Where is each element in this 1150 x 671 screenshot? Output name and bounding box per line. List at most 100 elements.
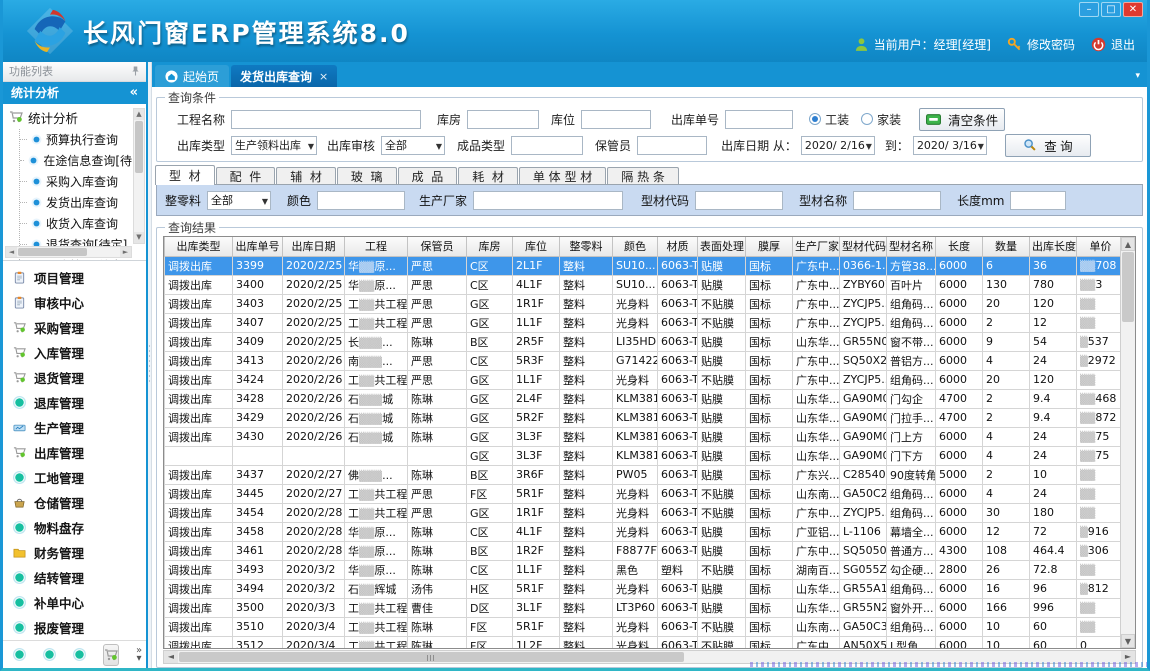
tree-horizontal-scrollbar[interactable]: ◄ ► <box>5 246 132 258</box>
column-header[interactable]: 保管员 <box>408 237 467 256</box>
factory-input[interactable] <box>473 191 623 210</box>
sidebar-menu-item[interactable]: 采购管理 <box>3 315 146 340</box>
table-row[interactable]: 调拨出库34372020/2/27佛▒▒▒...陈琳B区3R6F整料PW0560… <box>165 465 1121 484</box>
scroll-up-icon[interactable]: ▲ <box>1121 237 1135 251</box>
table-row[interactable]: 调拨出库34092020/2/25长▒▒▒...陈琳B区2R5F整料LI35HD… <box>165 332 1121 351</box>
table-row[interactable]: 调拨出库34942020/3/2石▒▒辉城汤伟H区5R1F整料光身料6063-T… <box>165 579 1121 598</box>
table-row[interactable]: 调拨出库35122020/3/4工▒▒共工程陈琳F区1L2F整料光身料6063-… <box>165 636 1121 648</box>
scroll-thumb[interactable] <box>135 121 143 173</box>
table-vertical-scrollbar[interactable]: ▲ ▼ <box>1120 237 1135 648</box>
column-header[interactable]: 出库长度 <box>1030 237 1077 256</box>
audit-select[interactable]: 全部▼ <box>381 136 445 155</box>
material-tab[interactable]: 耗 材 <box>458 167 518 185</box>
keeper-input[interactable] <box>637 136 707 155</box>
column-header[interactable]: 生产厂家 <box>793 237 840 256</box>
product-type-input[interactable] <box>511 136 583 155</box>
column-header[interactable]: 表面处理 <box>698 237 746 256</box>
column-header[interactable]: 型材名称 <box>887 237 936 256</box>
table-row[interactable]: 调拨出库34932020/3/2华▒▒原...陈琳C区1L1F整料黑色塑料不贴膜… <box>165 560 1121 579</box>
sidebar-menu-item[interactable]: 财务管理 <box>3 540 146 565</box>
column-header[interactable]: 库位 <box>513 237 560 256</box>
sidebar-menu-item[interactable]: 报废管理 <box>3 615 146 640</box>
profile-name-input[interactable] <box>853 191 941 210</box>
sidebar-menu-item[interactable]: 补单中心 <box>3 590 146 615</box>
column-header[interactable]: 出库类型 <box>165 237 233 256</box>
material-tab[interactable]: 成 品 <box>398 167 458 185</box>
tab-overflow-icon[interactable]: ▾ <box>1135 71 1147 81</box>
sidebar-menu-item[interactable]: 退库管理 <box>3 390 146 415</box>
column-header[interactable]: 库房 <box>467 237 513 256</box>
tree-vertical-scrollbar[interactable]: ▲ ▼ <box>133 108 145 244</box>
table-row[interactable]: 调拨出库35002020/3/3工▒▒共工程曹佳D区3L1F整料LT3P6060… <box>165 598 1121 617</box>
table-row[interactable]: 调拨出库34132020/2/26南▒▒▒...严思C区5R3F整料G71422… <box>165 351 1121 370</box>
date-from-picker[interactable]: 2020/ 2/16▼ <box>801 136 875 155</box>
table-row[interactable]: 调拨出库34452020/2/27工▒▒共工程严思F区5R1F整料光身料6063… <box>165 484 1121 503</box>
sidebar-menu-item[interactable]: 出库管理 <box>3 440 146 465</box>
table-row[interactable]: 调拨出库34302020/2/26石▒▒▒城陈琳G区3L3F整料KLM38176… <box>165 427 1121 446</box>
stats-group-header[interactable]: 统计分析 « <box>3 82 146 104</box>
minimize-button[interactable]: – <box>1079 2 1099 17</box>
sidebar-overflow-button[interactable]: » ▾ <box>136 647 142 663</box>
close-button[interactable]: ✕ <box>1123 2 1143 17</box>
table-row[interactable]: 调拨出库34032020/2/25工▒▒共工程严思G区1R1F整料光身料6063… <box>165 294 1121 313</box>
tree-item[interactable]: 收货入库查询 <box>20 213 132 234</box>
tree-item[interactable]: 预算执行查询 <box>20 129 132 150</box>
sidebar-menu-item[interactable]: 退货管理 <box>3 365 146 390</box>
project-name-input[interactable] <box>231 110 421 129</box>
scroll-left-icon[interactable]: ◄ <box>6 247 17 257</box>
material-tab[interactable]: 玻 璃 <box>337 167 397 185</box>
tree-item[interactable]: 采购入库查询 <box>20 171 132 192</box>
outbound-type-select[interactable]: 生产领料出库▼ <box>231 136 317 155</box>
table-row[interactable]: 调拨出库34072020/2/25工▒▒共工程严思G区1L1F整料光身料6063… <box>165 313 1121 332</box>
sidebar-menu-item[interactable]: 生产管理 <box>3 415 146 440</box>
cart-button[interactable] <box>103 644 119 666</box>
color-input[interactable] <box>317 191 405 210</box>
order-no-input[interactable] <box>725 110 793 129</box>
maximize-button[interactable]: □ <box>1101 2 1121 17</box>
work-wear-radio[interactable] <box>809 113 821 125</box>
warehouse-input[interactable] <box>467 110 539 129</box>
table-row[interactable]: 调拨出库33992020/2/25华▒▒原...严思C区2L1F整料SU10..… <box>165 256 1121 275</box>
column-header[interactable]: 工程 <box>345 237 408 256</box>
table-row[interactable]: 调拨出库34242020/2/26工▒▒共工程严思G区1L1F整料光身料6063… <box>165 370 1121 389</box>
scroll-thumb[interactable] <box>18 248 87 256</box>
logout-link[interactable]: 退出 <box>1091 36 1135 53</box>
search-button[interactable]: 查 询 <box>1005 134 1091 157</box>
scroll-up-icon[interactable]: ▲ <box>134 109 144 120</box>
circle-icon[interactable] <box>13 648 26 661</box>
material-tab[interactable]: 型 材 <box>155 165 215 185</box>
sidebar-menu-item[interactable]: 仓储管理 <box>3 490 146 515</box>
pin-icon[interactable] <box>131 65 140 77</box>
column-header[interactable]: 出库单号 <box>233 237 283 256</box>
date-to-picker[interactable]: 2020/ 3/16▼ <box>913 136 987 155</box>
sidebar-menu-item[interactable]: 结转管理 <box>3 565 146 590</box>
change-password-link[interactable]: 修改密码 <box>1007 36 1075 53</box>
tree-root[interactable]: 统计分析 <box>9 108 132 127</box>
column-header[interactable]: 材质 <box>658 237 698 256</box>
sidebar-menu-item[interactable]: 工地管理 <box>3 465 146 490</box>
scroll-thumb[interactable] <box>179 652 684 662</box>
tree-item[interactable]: 在途信息查询[待 <box>20 150 132 171</box>
profile-code-input[interactable] <box>695 191 783 210</box>
table-row[interactable]: 调拨出库34282020/2/26石▒▒▒城陈琳G区2L4F整料KLM38176… <box>165 389 1121 408</box>
scroll-thumb[interactable] <box>1122 252 1134 322</box>
tab-home[interactable]: 起始页 <box>155 65 229 87</box>
table-row[interactable]: 调拨出库34612020/2/28华▒▒原...陈琳B区1R2F整料F8877F… <box>165 541 1121 560</box>
whole-part-select[interactable]: 全部▼ <box>207 191 271 210</box>
location-input[interactable] <box>581 110 651 129</box>
column-header[interactable]: 颜色 <box>613 237 658 256</box>
table-row[interactable]: 调拨出库34002020/2/25华▒▒原...严思C区4L1F整料SU10..… <box>165 275 1121 294</box>
tree-item[interactable]: 发货出库查询 <box>20 192 132 213</box>
scroll-down-icon[interactable]: ▼ <box>1121 634 1135 648</box>
clear-conditions-button[interactable]: 清空条件 <box>919 108 1005 131</box>
column-header[interactable]: 长度 <box>936 237 983 256</box>
circle-icon[interactable] <box>43 648 56 661</box>
tab-close-icon[interactable]: × <box>319 70 328 83</box>
collapse-icon[interactable]: « <box>130 85 138 100</box>
length-input[interactable] <box>1010 191 1066 210</box>
material-tab[interactable]: 隔 热 条 <box>607 167 679 185</box>
material-tab[interactable]: 配 件 <box>216 167 276 185</box>
column-header[interactable]: 膜厚 <box>746 237 793 256</box>
column-header[interactable]: 整零料 <box>560 237 613 256</box>
table-row[interactable]: 调拨出库35102020/3/4工▒▒共工程陈琳F区5R1F整料光身料6063-… <box>165 617 1121 636</box>
